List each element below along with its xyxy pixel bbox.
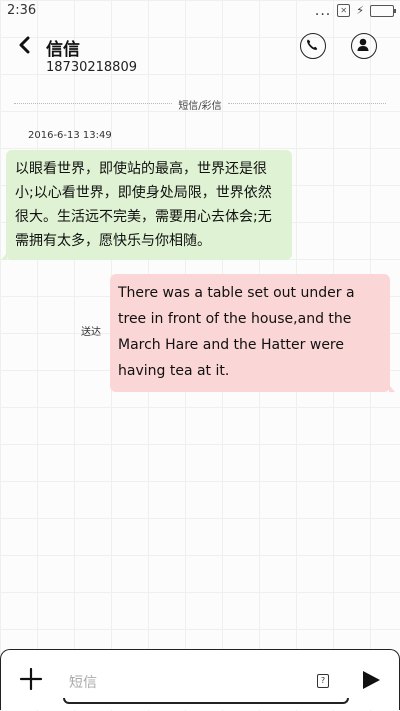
sim-card-icon: ? bbox=[320, 676, 326, 685]
send-icon bbox=[363, 671, 380, 689]
contact-profile-button[interactable] bbox=[351, 33, 377, 59]
conversation-header: 信信 18730218809 bbox=[0, 28, 400, 80]
incoming-message-bubble[interactable]: 以眼看世界，即使站的最高，世界还是很小;以心看世界，即使身处局限，世界依然很大。… bbox=[1, 150, 292, 260]
status-icons: ... ✕ ⚡ bbox=[314, 2, 396, 19]
outgoing-message-text: There was a table set out under a tree i… bbox=[118, 285, 355, 379]
battery-icon bbox=[370, 4, 396, 17]
back-button[interactable] bbox=[16, 36, 34, 54]
person-icon bbox=[357, 38, 369, 51]
contact-name: 信信 bbox=[46, 40, 80, 60]
contact-phone-number: 18730218809 bbox=[46, 60, 137, 75]
message-composer: ? bbox=[0, 649, 400, 710]
status-time: 2:36 bbox=[7, 3, 37, 18]
back-arrow-icon bbox=[19, 36, 30, 54]
message-timestamp: 2016-6-13 13:49 bbox=[28, 130, 112, 141]
add-attachment-button[interactable] bbox=[19, 667, 43, 691]
status-dots: ... bbox=[314, 2, 332, 19]
outgoing-message-bubble[interactable]: There was a table set out under a tree i… bbox=[110, 274, 395, 392]
call-button[interactable] bbox=[300, 33, 326, 59]
sim-selector-button[interactable]: ? bbox=[317, 674, 329, 688]
incoming-message-text: 以眼看世界，即使站的最高，世界还是很小;以心看世界，即使身处局限，世界依然很大。… bbox=[15, 161, 272, 249]
delivery-status: 送达 bbox=[81, 327, 101, 338]
send-button[interactable] bbox=[360, 668, 382, 692]
message-input[interactable] bbox=[67, 668, 311, 698]
sim-card-icon: ✕ bbox=[337, 4, 351, 17]
channel-label: 短信/彩信 bbox=[178, 101, 222, 112]
phone-icon bbox=[307, 39, 318, 50]
charging-bolt-icon: ⚡ bbox=[356, 4, 364, 17]
divider-line-right bbox=[228, 103, 386, 104]
status-bar: 2:36 ... ✕ ⚡ bbox=[0, 0, 400, 22]
input-underline bbox=[63, 698, 349, 704]
plus-icon bbox=[19, 667, 43, 691]
